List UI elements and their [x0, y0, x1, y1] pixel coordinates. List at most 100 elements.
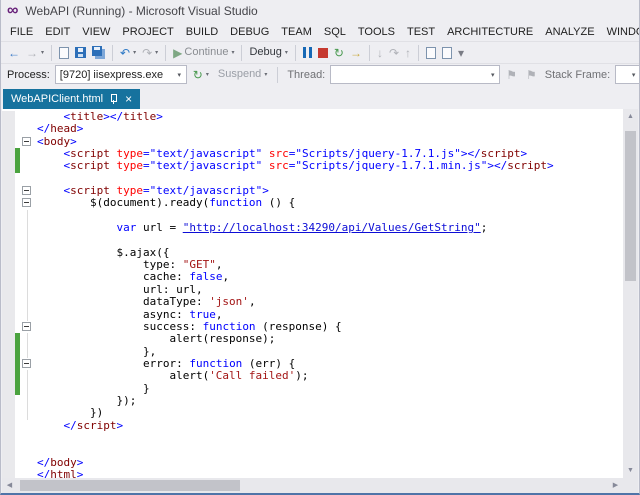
code-line[interactable]	[2, 444, 623, 457]
code-line[interactable]: $(document).ready(function () {	[2, 197, 623, 210]
menu-analyze[interactable]: ANALYZE	[539, 24, 600, 40]
code-token: cache:	[37, 270, 190, 284]
breakpoint-margin[interactable]	[2, 185, 15, 198]
code-line[interactable]	[2, 431, 623, 445]
undo-icon[interactable]: ↶ ▾	[117, 45, 139, 61]
collapse-region-icon[interactable]	[22, 136, 31, 146]
pin-icon[interactable]	[109, 93, 118, 105]
process-lifecycle-icon[interactable]: ↻ ▾	[190, 67, 212, 83]
breakpoint-margin[interactable]	[2, 333, 15, 346]
vertical-scroll-thumb[interactable]	[625, 131, 636, 281]
breakpoint-margin[interactable]	[2, 468, 15, 478]
breakpoint-margin[interactable]	[2, 320, 15, 334]
properties-window-icon[interactable]	[439, 45, 455, 61]
menu-tools[interactable]: TOOLS	[352, 24, 401, 40]
scroll-up-arrow-icon[interactable]: ▲	[623, 109, 638, 124]
scroll-left-arrow-icon[interactable]: ◀	[2, 478, 17, 493]
breakpoint-margin[interactable]	[2, 160, 15, 173]
breakpoint-margin[interactable]	[2, 283, 15, 297]
collapse-region-icon[interactable]	[22, 186, 31, 196]
chevron-down-icon[interactable]: ▾	[627, 71, 639, 79]
toolbar-options-caret[interactable]: ▾	[455, 45, 467, 61]
menu-sql[interactable]: SQL	[318, 24, 352, 40]
breakpoint-margin[interactable]	[2, 172, 15, 186]
breakpoint-margin[interactable]	[2, 111, 15, 124]
menu-build[interactable]: BUILD	[180, 24, 224, 40]
code-lines[interactable]: <title></title> </head> <body> <script typ…	[2, 109, 623, 478]
breakpoint-margin[interactable]	[2, 357, 15, 371]
breakpoint-margin[interactable]	[2, 246, 15, 260]
stack-frame-combobox[interactable]: ▾	[615, 65, 639, 84]
save-all-icon[interactable]	[89, 44, 108, 61]
breakpoint-margin[interactable]	[2, 135, 15, 149]
scroll-down-arrow-icon[interactable]: ▼	[623, 463, 638, 478]
thread-combobox[interactable]: ▾	[330, 65, 501, 84]
chevron-down-icon[interactable]: ▾	[173, 71, 186, 79]
breakpoint-margin[interactable]	[2, 123, 15, 136]
suspend-dropdown[interactable]: Suspend ▾	[215, 67, 270, 82]
step-into-icon[interactable]: ↓	[374, 45, 386, 61]
continue-button[interactable]: ▶ Continue ▾	[170, 45, 237, 61]
breakpoint-margin[interactable]	[2, 197, 15, 210]
code-line[interactable]: <script type="text/javascript" src="Scri…	[2, 160, 623, 173]
vertical-scrollbar[interactable]: ▲ ▼	[623, 109, 638, 478]
code-line[interactable]: </script>	[2, 419, 623, 432]
breakpoint-margin[interactable]	[2, 431, 15, 445]
breakpoint-margin[interactable]	[2, 148, 15, 161]
code-line[interactable]: </body>	[2, 456, 623, 469]
collapse-region-icon[interactable]	[22, 358, 31, 368]
new-file-icon[interactable]	[56, 45, 72, 61]
scroll-right-arrow-icon[interactable]: ▶	[608, 478, 623, 493]
menu-window[interactable]: WINDOW	[601, 24, 639, 40]
breakpoint-margin[interactable]	[2, 456, 15, 469]
breakpoint-margin[interactable]	[2, 382, 15, 395]
code-line[interactable]: var url = "http://localhost:34290/api/Va…	[2, 221, 623, 235]
close-icon[interactable]: ×	[124, 93, 133, 105]
menu-architecture[interactable]: ARCHITECTURE	[441, 24, 539, 40]
menu-team[interactable]: TEAM	[275, 24, 318, 40]
process-combobox[interactable]: [9720] iisexpress.exe ▾	[54, 65, 187, 84]
menu-test[interactable]: TEST	[401, 24, 441, 40]
redo-icon[interactable]: ↷ ▾	[139, 45, 161, 61]
breakpoint-margin[interactable]	[2, 271, 15, 284]
show-threads-flag-icon[interactable]: ⚑	[503, 67, 520, 83]
menu-view[interactable]: VIEW	[76, 24, 116, 40]
code-line[interactable]: <title></title>	[2, 110, 623, 124]
step-out-icon[interactable]: ↑	[402, 45, 414, 61]
breakpoint-margin[interactable]	[2, 234, 15, 247]
collapse-region-icon[interactable]	[22, 321, 31, 331]
breakpoint-margin[interactable]	[2, 394, 15, 408]
menu-debug[interactable]: DEBUG	[224, 24, 275, 40]
collapse-region-icon[interactable]	[22, 198, 31, 208]
code-line[interactable]: </head>	[2, 123, 623, 136]
breakpoint-margin[interactable]	[2, 296, 15, 309]
breakpoint-margin[interactable]	[2, 259, 15, 272]
breakpoint-margin[interactable]	[2, 444, 15, 457]
solution-configurations-dropdown[interactable]: Debug ▾	[246, 45, 290, 60]
breakpoint-margin[interactable]	[2, 308, 15, 321]
menu-project[interactable]: PROJECT	[116, 24, 179, 40]
breakpoint-margin[interactable]	[2, 209, 15, 223]
breakpoint-margin[interactable]	[2, 345, 15, 358]
horizontal-scrollbar[interactable]: ◀ ▶	[2, 478, 623, 493]
navigate-back-icon[interactable]: ←	[5, 45, 23, 61]
menu-file[interactable]: FILE	[4, 24, 39, 40]
breakpoint-margin[interactable]	[2, 222, 15, 235]
solution-explorer-icon[interactable]	[423, 45, 439, 61]
horizontal-scroll-thumb[interactable]	[20, 480, 240, 491]
chevron-down-icon[interactable]: ▾	[486, 71, 499, 79]
breakpoint-margin[interactable]	[2, 419, 15, 432]
step-over-icon[interactable]: ↷	[386, 45, 402, 61]
stop-debugging-icon[interactable]	[315, 46, 331, 60]
flag-filter-icon[interactable]: ⚑	[523, 67, 540, 83]
breakpoint-margin[interactable]	[2, 370, 15, 383]
save-icon[interactable]	[72, 45, 89, 60]
restart-icon[interactable]: ↻	[331, 45, 347, 61]
breakpoint-margin[interactable]	[2, 407, 15, 420]
code-line[interactable]: </html>	[2, 468, 623, 478]
navigate-forward-icon[interactable]: → ▾	[23, 45, 47, 61]
tab-webapiclient-html[interactable]: WebAPIClient.html ×	[3, 89, 141, 109]
menu-edit[interactable]: EDIT	[39, 24, 76, 40]
break-all-icon[interactable]	[300, 45, 315, 60]
show-next-statement-icon[interactable]: →	[347, 45, 365, 61]
